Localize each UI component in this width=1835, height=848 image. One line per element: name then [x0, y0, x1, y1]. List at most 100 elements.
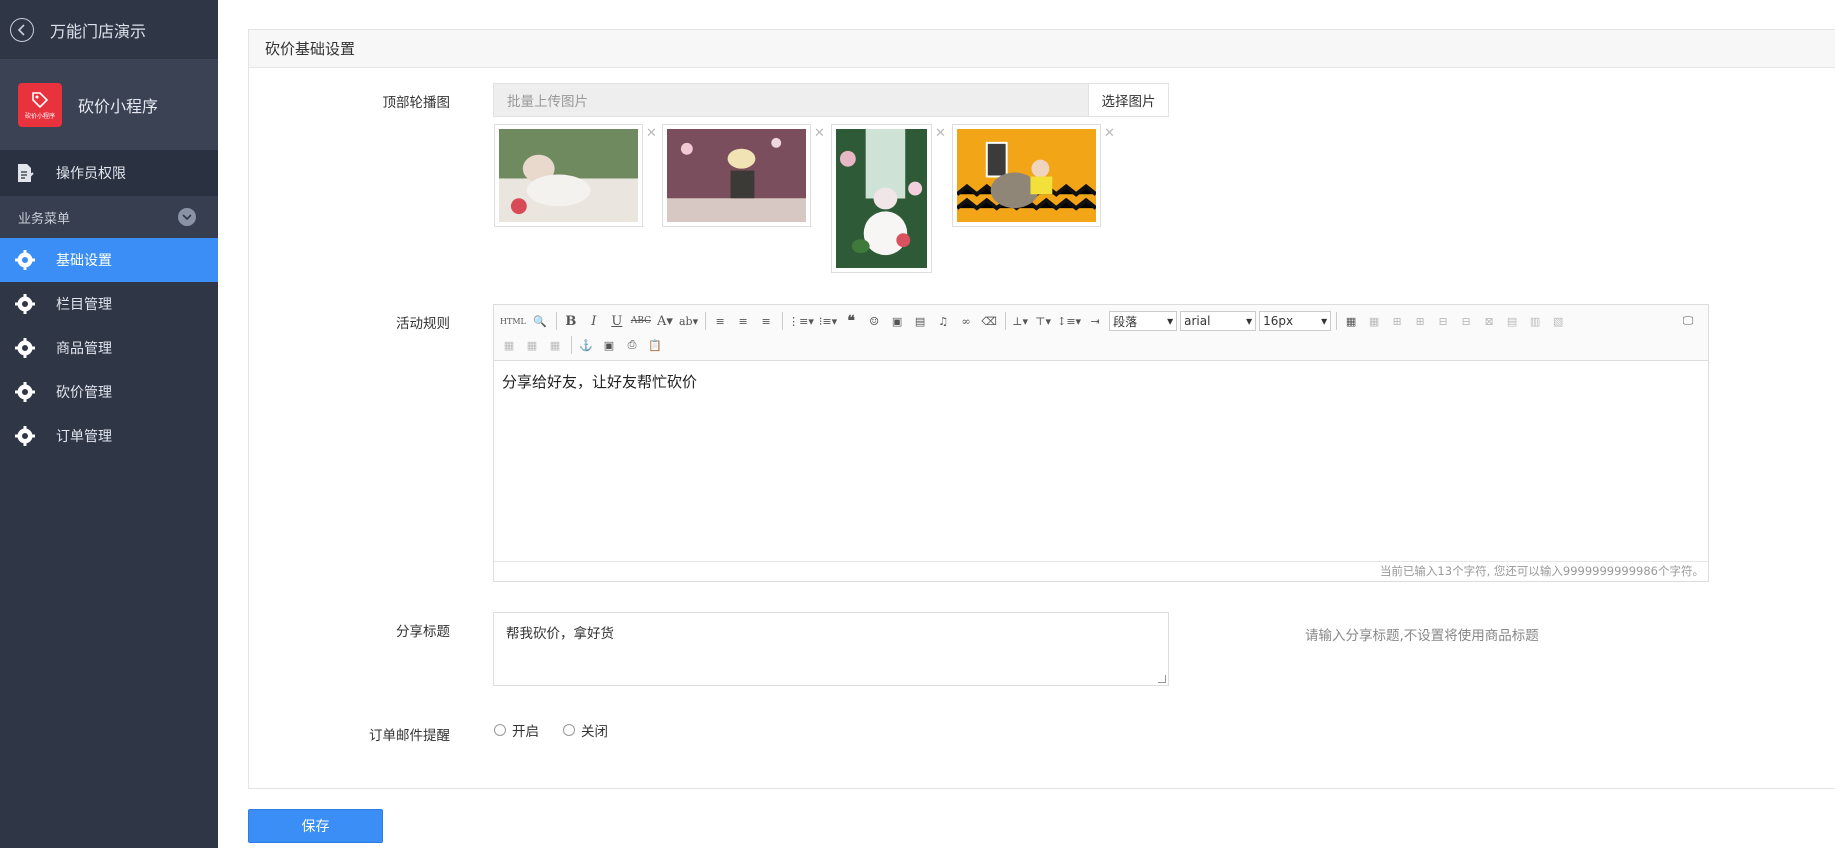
- paste-icon[interactable]: 📋: [646, 336, 664, 354]
- back-icon[interactable]: [10, 17, 34, 42]
- batch-upload-input[interactable]: 批量上传图片: [494, 84, 1088, 116]
- table-row-icon[interactable]: ⊞: [1388, 312, 1406, 330]
- image-icon[interactable]: ▣: [888, 312, 906, 330]
- gear-icon: [14, 425, 36, 447]
- table-icon[interactable]: ▦: [1342, 312, 1360, 330]
- preview-icon[interactable]: 🔍: [531, 312, 549, 330]
- sidebar-group-business[interactable]: 业务菜单: [0, 196, 218, 238]
- sidebar-group-label: 业务菜单: [18, 211, 71, 227]
- font-size-select-value: 16px: [1263, 314, 1294, 328]
- sidebar-item-columns[interactable]: 栏目管理: [0, 282, 218, 326]
- indent-icon[interactable]: ⇥: [1086, 312, 1104, 330]
- sidebar-item-bargain[interactable]: 砍价管理: [0, 370, 218, 414]
- sidebar-item-permissions[interactable]: 操作员权限: [0, 150, 218, 196]
- paragraph-select-value: 段落: [1113, 314, 1138, 329]
- anchor-icon[interactable]: ⚓: [577, 336, 595, 354]
- video-icon[interactable]: ▤: [911, 312, 929, 330]
- blockquote-icon[interactable]: ❝: [842, 312, 860, 330]
- eraser-icon[interactable]: ⌫: [980, 312, 998, 330]
- music-icon[interactable]: ♫: [934, 312, 952, 330]
- sidebar-item-label: 商品管理: [56, 341, 112, 357]
- carousel-image-2[interactable]: [662, 124, 811, 227]
- unordered-list-icon[interactable]: ⁝≡▾: [819, 312, 837, 330]
- table-merge-right-icon[interactable]: ▦: [500, 336, 518, 354]
- html-source-button[interactable]: HTML: [500, 312, 526, 330]
- baby-photo-image: [667, 129, 806, 222]
- align-left-icon[interactable]: ≡: [711, 312, 729, 330]
- table-delete-icon[interactable]: ⊠: [1480, 312, 1498, 330]
- table-cell-icon[interactable]: ▥: [1526, 312, 1544, 330]
- fullscreen-icon[interactable]: 🖵: [1679, 312, 1697, 330]
- underline-icon[interactable]: U: [608, 312, 626, 330]
- select-image-button[interactable]: 选择图片: [1088, 84, 1168, 116]
- paragraph-select[interactable]: 段落 ▾: [1109, 311, 1178, 331]
- font-color-icon[interactable]: A▾: [656, 312, 674, 330]
- strikethrough-icon[interactable]: ABC: [631, 312, 651, 330]
- align-right-icon[interactable]: ≡: [757, 312, 775, 330]
- table-split-cells-icon[interactable]: ▦: [546, 336, 564, 354]
- remove-image-icon[interactable]: ✕: [935, 126, 946, 141]
- row-spacing-bottom-icon[interactable]: ⊤▾: [1034, 312, 1052, 330]
- toolbar-separator: [571, 336, 572, 354]
- ordered-list-icon[interactable]: ⋮≡▾: [788, 312, 814, 330]
- store-title: 万能门店演示: [50, 21, 147, 41]
- carousel-image-4[interactable]: [952, 124, 1101, 227]
- table-split-icon[interactable]: ⊟: [1457, 312, 1475, 330]
- line-height-icon[interactable]: ↕≡▾: [1057, 312, 1081, 330]
- remove-image-icon[interactable]: ✕: [646, 126, 657, 141]
- table-props-icon[interactable]: ▤: [1503, 312, 1521, 330]
- share-title-label: 分享标题: [396, 624, 450, 640]
- link-icon[interactable]: ∞: [957, 312, 975, 330]
- toolbar-separator: [1336, 312, 1338, 330]
- row-spacing-top-icon[interactable]: ⊥▾: [1011, 312, 1029, 330]
- table-col-icon[interactable]: ⊞: [1411, 312, 1429, 330]
- radio-circle[interactable]: [494, 724, 506, 736]
- bold-icon[interactable]: B: [562, 312, 580, 330]
- print-icon[interactable]: ⎙: [623, 336, 641, 354]
- sidebar-item-label: 基础设置: [56, 253, 112, 269]
- share-title-textarea[interactable]: 帮我砍价，拿好货: [493, 612, 1169, 686]
- toolbar-separator: [1005, 312, 1007, 330]
- carousel-image-1[interactable]: [494, 124, 643, 227]
- sidebar-item-label: 栏目管理: [56, 297, 112, 313]
- chevron-down-icon: [178, 208, 196, 226]
- sidebar-header: 万能门店演示: [0, 0, 218, 60]
- font-family-select-value: arial: [1184, 314, 1211, 328]
- gear-icon: [14, 337, 36, 359]
- table-insert-icon[interactable]: ▦: [1365, 312, 1383, 330]
- highlight-icon[interactable]: ab▾: [679, 312, 698, 330]
- app-header: 砍价小程序 砍价小程序: [0, 60, 218, 150]
- sidebar-item-basic-settings[interactable]: 基础设置: [0, 238, 218, 282]
- toolbar-separator: [782, 312, 784, 330]
- tag-icon: [32, 91, 49, 108]
- gear-icon: [14, 381, 36, 403]
- template-icon[interactable]: ▣: [600, 336, 618, 354]
- radio-email-off[interactable]: 关闭: [563, 720, 608, 740]
- carousel-image-3[interactable]: [831, 124, 932, 273]
- table-merge-icon[interactable]: ⊟: [1434, 312, 1452, 330]
- document-edit-icon: [14, 162, 36, 184]
- baby-photo-image: [836, 129, 927, 268]
- resize-handle-icon[interactable]: [1158, 675, 1166, 683]
- app-logo: 砍价小程序: [18, 83, 62, 127]
- sidebar: 万能门店演示 砍价小程序 砍价小程序 操作员权限 业务菜单 基础设置 栏目管理: [0, 0, 218, 848]
- sidebar-item-products[interactable]: 商品管理: [0, 326, 218, 370]
- remove-image-icon[interactable]: ✕: [1104, 126, 1115, 141]
- editor-content[interactable]: 分享给好友，让好友帮忙砍价: [494, 361, 1708, 563]
- remove-image-icon[interactable]: ✕: [814, 126, 825, 141]
- italic-icon[interactable]: I: [585, 312, 603, 330]
- sidebar-item-orders[interactable]: 订单管理: [0, 414, 218, 458]
- font-size-select[interactable]: 16px ▾: [1259, 311, 1332, 331]
- save-button[interactable]: 保存: [248, 809, 383, 843]
- baby-photo-image: [499, 129, 638, 222]
- table-merge-down-icon[interactable]: ▦: [523, 336, 541, 354]
- font-family-select[interactable]: arial ▾: [1180, 311, 1257, 331]
- radio-circle[interactable]: [563, 724, 575, 736]
- align-center-icon[interactable]: ≡: [734, 312, 752, 330]
- sidebar-item-label: 订单管理: [56, 429, 112, 445]
- emoji-icon[interactable]: ☺: [865, 312, 883, 330]
- radio-email-on[interactable]: 开启: [494, 720, 539, 740]
- table-cell-props-icon[interactable]: ▧: [1549, 312, 1567, 330]
- upload-bar: 批量上传图片 选择图片: [493, 83, 1169, 117]
- sidebar-item-label: 操作员权限: [56, 166, 126, 182]
